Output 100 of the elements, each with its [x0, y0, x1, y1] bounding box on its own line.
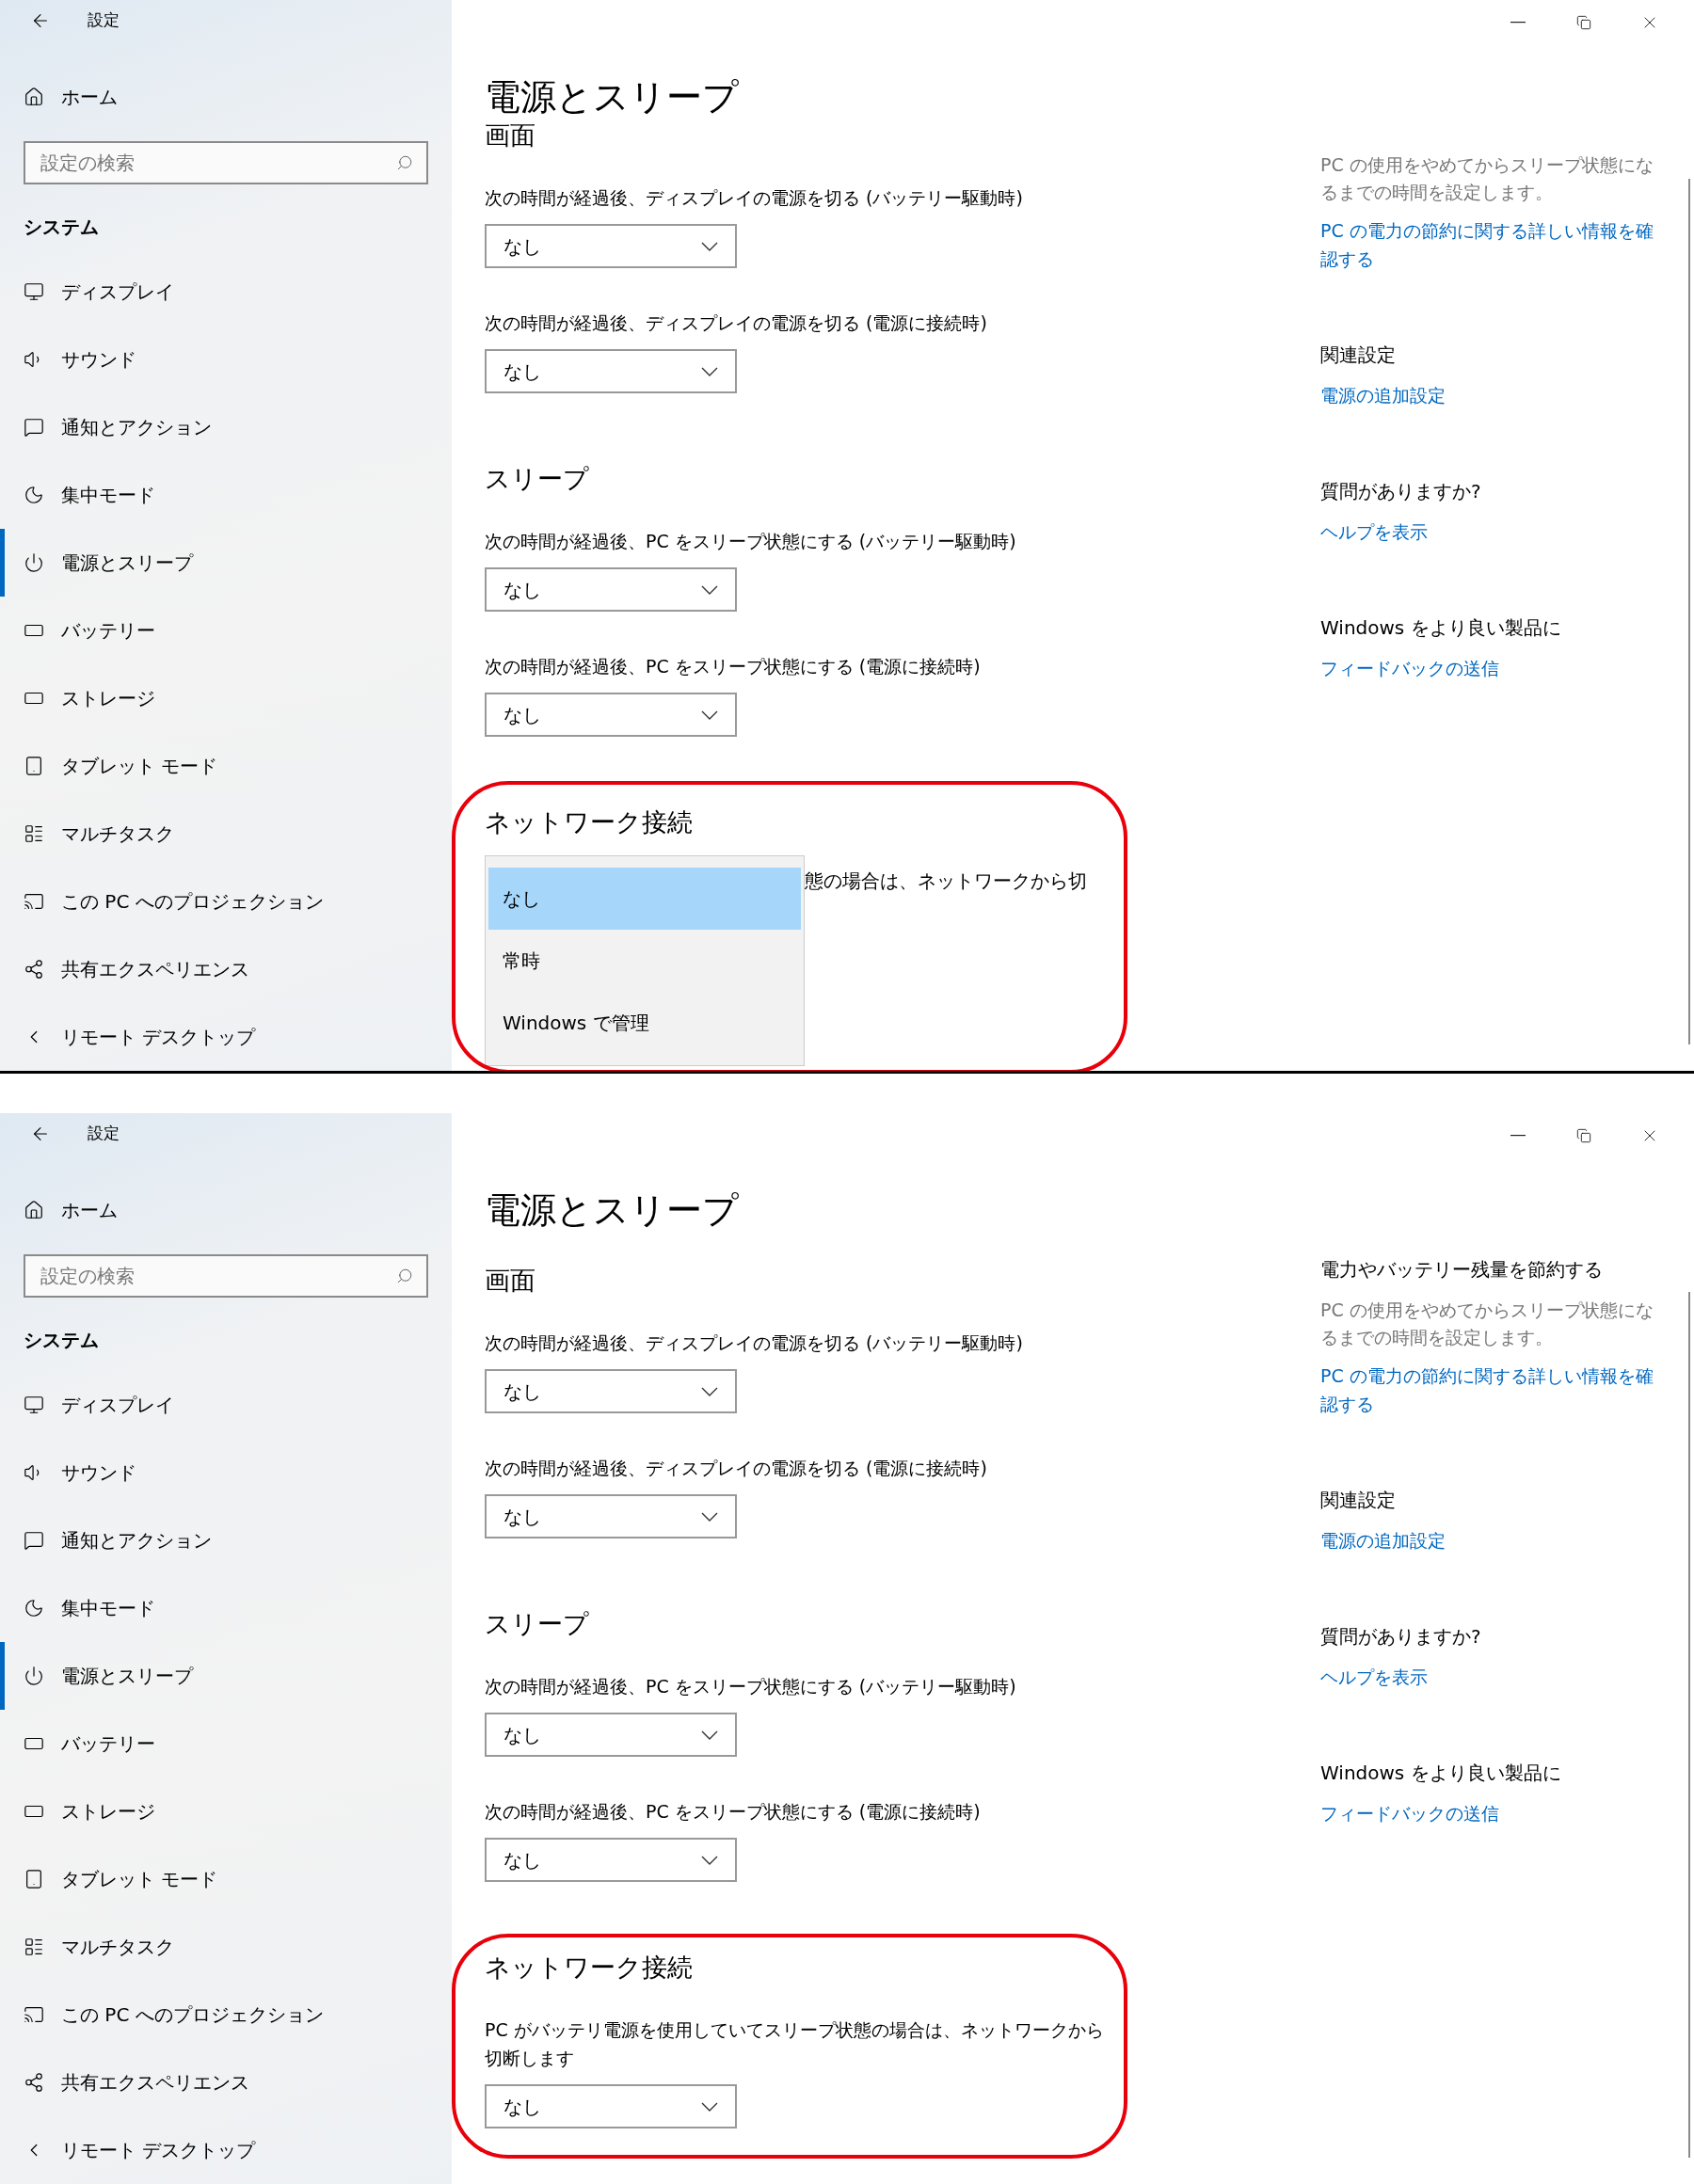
- message-icon: [24, 417, 44, 438]
- nav-item[interactable]: 通知とアクション: [0, 1506, 452, 1574]
- chevron-down-icon: [701, 2101, 718, 2112]
- message-icon: [24, 1530, 44, 1551]
- setting-label: 次の時間が経過後、PC をスリープ状態にする (バッテリー駆動時): [485, 530, 1017, 553]
- dropdown[interactable]: なし: [485, 1838, 737, 1882]
- nav-item[interactable]: ストレージ: [0, 1777, 452, 1845]
- nav-item[interactable]: リモート デスクトップ: [0, 1003, 452, 1071]
- chevron-down-icon: [701, 1730, 718, 1740]
- tablet-icon: [24, 1869, 44, 1889]
- nav-item[interactable]: 共有エクスペリエンス: [0, 935, 452, 1003]
- nav-item[interactable]: この PC へのプロジェクション: [0, 1981, 452, 2048]
- setting-label: 次の時間が経過後、PC をスリープ状態にする (バッテリー駆動時): [485, 1675, 1017, 1698]
- setting-label: 次の時間が経過後、PC をスリープ状態にする (電源に接続時): [485, 1800, 982, 1824]
- home-icon: [24, 86, 44, 107]
- scrollbar[interactable]: [1688, 179, 1690, 1044]
- search-field[interactable]: 設定の検索: [24, 1254, 428, 1298]
- restore-icon: [1576, 1128, 1591, 1143]
- monitor-icon: [24, 1395, 44, 1415]
- window-title: 設定: [88, 1123, 120, 1145]
- nav-item[interactable]: ディスプレイ: [0, 258, 452, 326]
- nav-item[interactable]: タブレット モード: [0, 732, 452, 800]
- dropdown[interactable]: なし: [485, 567, 737, 612]
- info-link[interactable]: PC の電力の節約に関する詳しい情報を確認する: [1320, 1362, 1669, 1418]
- aside-heading: 質問がありますか?: [1320, 479, 1482, 504]
- setting-label: 次の時間が経過後、ディスプレイの電源を切る (電源に接続時): [485, 1457, 988, 1480]
- power-icon: [24, 552, 44, 573]
- home-link[interactable]: ホーム: [0, 1190, 452, 1229]
- nav-item[interactable]: マルチタスク: [0, 800, 452, 868]
- aside-link[interactable]: フィードバックの送信: [1320, 654, 1669, 682]
- search-field[interactable]: 設定の検索: [24, 141, 428, 184]
- scrollbar[interactable]: [1688, 1292, 1690, 2158]
- power-icon: [24, 1666, 44, 1686]
- aside-link[interactable]: ヘルプを表示: [1320, 1663, 1669, 1691]
- info-link[interactable]: PC の電力の節約に関する詳しい情報を確認する: [1320, 216, 1669, 273]
- dropdown[interactable]: なし: [485, 1494, 737, 1538]
- home-link[interactable]: ホーム: [0, 77, 452, 116]
- aside-link[interactable]: 電源の追加設定: [1320, 1526, 1669, 1554]
- nav-item[interactable]: 電源とスリープ: [0, 1642, 452, 1710]
- moon-icon: [24, 485, 44, 505]
- chevron-down-icon: [701, 366, 718, 376]
- tablet-icon: [24, 756, 44, 776]
- page-title: 電源とスリープ: [485, 1188, 740, 1232]
- nav-item[interactable]: この PC へのプロジェクション: [0, 868, 452, 935]
- setting-label: 次の時間が経過後、ディスプレイの電源を切る (電源に接続時): [485, 311, 988, 335]
- nav-item[interactable]: 集中モード: [0, 1574, 452, 1642]
- dropdown[interactable]: なし: [485, 2084, 737, 2128]
- nav-item[interactable]: マルチタスク: [0, 1913, 452, 1981]
- nav-item[interactable]: 集中モード: [0, 461, 452, 529]
- moon-icon: [24, 1598, 44, 1618]
- share-icon: [24, 959, 44, 980]
- category-heading: システム: [23, 1328, 100, 1353]
- dropdown-option[interactable]: なし: [488, 868, 801, 930]
- nav-item[interactable]: ディスプレイ: [0, 1371, 452, 1439]
- home-icon: [24, 1199, 44, 1220]
- nav-item[interactable]: バッテリー: [0, 597, 452, 664]
- nav-item[interactable]: サウンド: [0, 1439, 452, 1506]
- chevron-down-icon: [701, 1855, 718, 1865]
- multitask-icon: [24, 823, 44, 844]
- nav-item[interactable]: 共有エクスペリエンス: [0, 2048, 452, 2116]
- nav-item[interactable]: リモート デスクトップ: [0, 2116, 452, 2184]
- nav-item[interactable]: 通知とアクション: [0, 393, 452, 461]
- chevron-down-icon: [701, 1511, 718, 1522]
- restore-icon: [1576, 15, 1591, 30]
- chevron-down-icon: [701, 1386, 718, 1396]
- aside-description: PC の使用をやめてからスリープ状態になるまでの時間を設定します。: [1320, 153, 1654, 204]
- section-heading: 画面: [485, 1265, 536, 1297]
- setting-label: 次の時間が経過後、PC をスリープ状態にする (電源に接続時): [485, 655, 982, 678]
- nav-item[interactable]: ストレージ: [0, 664, 452, 732]
- chevron-down-icon: [701, 709, 718, 720]
- section-heading: ネットワーク接続: [485, 806, 694, 838]
- nav-item[interactable]: バッテリー: [0, 1710, 452, 1777]
- dropdown[interactable]: なし: [485, 693, 737, 737]
- dropdown[interactable]: なし: [485, 1369, 737, 1413]
- aside-heading: 関連設定: [1320, 1488, 1397, 1513]
- section-heading: 画面: [485, 122, 536, 151]
- dropdown[interactable]: なし: [485, 1713, 737, 1757]
- setting-label: PC がバッテリ電源を使用していてスリープ状態の場合は、ネットワークから切断します: [485, 2018, 1105, 2070]
- monitor-icon: [24, 281, 44, 302]
- aside-heading: 関連設定: [1320, 343, 1397, 368]
- aside-heading: 電力やバッテリー残量を節約する: [1320, 1257, 1604, 1283]
- section-heading: スリープ: [485, 1608, 590, 1640]
- dropdown-option[interactable]: 常時: [488, 930, 801, 992]
- aside-heading: Windows をより良い製品に: [1320, 1761, 1562, 1786]
- minimize-icon: [1510, 1135, 1526, 1137]
- share-icon: [24, 2072, 44, 2093]
- dropdown-option[interactable]: Windows で管理: [488, 992, 801, 1054]
- aside-link[interactable]: 電源の追加設定: [1320, 381, 1669, 409]
- aside-link[interactable]: ヘルプを表示: [1320, 518, 1669, 546]
- setting-description: 態の場合は、ネットワークから切: [805, 869, 1087, 894]
- nav-item[interactable]: タブレット モード: [0, 1845, 452, 1913]
- dropdown[interactable]: なし: [485, 224, 737, 268]
- setting-label: 次の時間が経過後、ディスプレイの電源を切る (バッテリー駆動時): [485, 186, 1024, 210]
- nav-item[interactable]: 電源とスリープ: [0, 529, 452, 597]
- nav-item[interactable]: サウンド: [0, 326, 452, 393]
- aside-link[interactable]: フィードバックの送信: [1320, 1799, 1669, 1827]
- search-icon: [396, 1267, 413, 1284]
- dropdown[interactable]: なし: [485, 349, 737, 393]
- aside-heading: 質問がありますか?: [1320, 1624, 1482, 1650]
- minimize-icon: [1510, 22, 1526, 24]
